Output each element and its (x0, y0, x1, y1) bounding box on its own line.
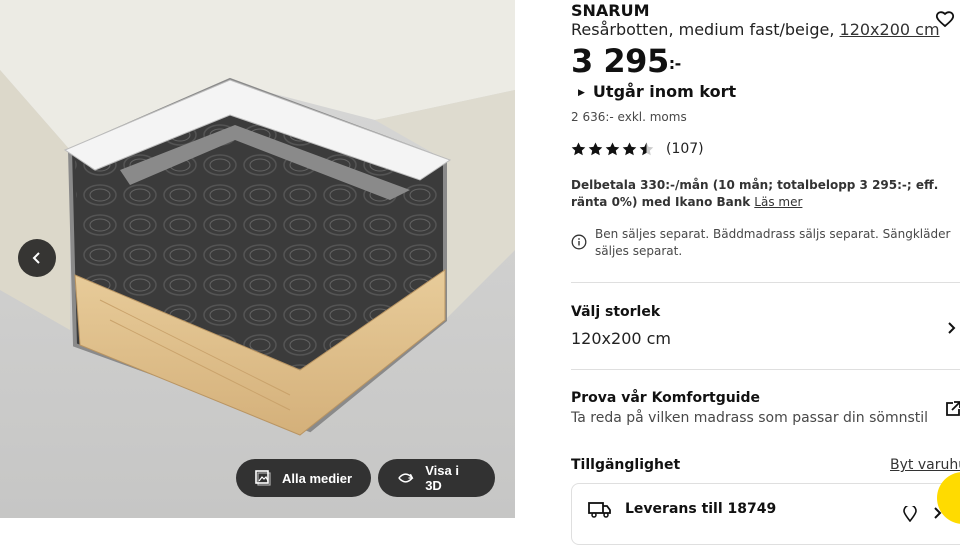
external-link-icon (946, 401, 960, 416)
price-amount: 3 295 (571, 42, 669, 80)
stock-status: ▶ Utgår inom kort (578, 82, 736, 101)
product-description-text: Resårbotten, medium fast/beige, (571, 20, 835, 39)
delivery-text: Leverans till 18749 (625, 501, 777, 517)
size-select-label: Välj storlek (571, 304, 661, 320)
star-icon (571, 142, 586, 156)
product-price: 3 295:- (571, 42, 681, 80)
rotate-3d-icon (398, 473, 414, 483)
divider (571, 369, 960, 370)
previous-image-button[interactable] (18, 239, 56, 277)
product-media-gallery: Alla medier Visa i 3D (0, 0, 515, 518)
stock-status-text: Utgår inom kort (592, 82, 737, 101)
star-icon (588, 142, 603, 156)
availability-title: Tillgänglighet (571, 457, 681, 473)
rating-summary[interactable]: (107) (571, 141, 704, 157)
info-icon (571, 234, 587, 250)
product-description: Resårbotten, medium fast/beige, 120x200 … (571, 20, 940, 39)
price-excl-vat: 2 636:- exkl. moms (571, 110, 687, 124)
delivery-card[interactable]: Leverans till 18749 (571, 483, 960, 545)
product-image (0, 0, 515, 518)
notice-text: Ben säljes separat. Bäddmadrass säljs se… (595, 227, 951, 258)
size-select-button[interactable] (946, 320, 958, 339)
comfort-guide-link-button[interactable] (944, 400, 960, 422)
triangle-right-icon: ▶ (578, 88, 585, 98)
star-icon (605, 142, 620, 156)
view-3d-button[interactable]: Visa i 3D (378, 459, 495, 497)
view-3d-label: Visa i 3D (425, 463, 459, 493)
star-half-icon (639, 142, 654, 156)
size-select-value[interactable]: 120x200 cm (571, 329, 671, 348)
comfort-guide-subtitle: Ta reda på vilken madrass som passar din… (571, 410, 929, 426)
star-icon (622, 142, 637, 156)
divider (571, 282, 960, 283)
rating-count: (107) (666, 141, 704, 157)
financing-info: Delbetala 330:-/mån (10 mån; totalbelopp… (571, 177, 960, 211)
location-pin-icon (903, 506, 917, 522)
comfort-guide-title[interactable]: Prova vår Komfortguide (571, 390, 760, 406)
change-store-link[interactable]: Byt varuhus (890, 457, 960, 473)
truck-icon (588, 502, 611, 518)
chevron-left-icon (32, 252, 40, 264)
product-notice: Ben säljes separat. Bäddmadrass säljs se… (571, 226, 956, 260)
product-size-link[interactable]: 120x200 cm (840, 20, 940, 39)
gallery-icon (255, 470, 271, 486)
chevron-right-icon (948, 322, 956, 334)
heart-icon (935, 11, 955, 28)
all-media-label: Alla medier (282, 470, 353, 486)
all-media-button[interactable]: Alla medier (236, 459, 371, 497)
financing-read-more-link[interactable]: Läs mer (754, 195, 802, 209)
product-name: SNARUM (571, 1, 650, 20)
favorite-button[interactable] (935, 10, 955, 32)
price-suffix: :- (668, 54, 682, 73)
